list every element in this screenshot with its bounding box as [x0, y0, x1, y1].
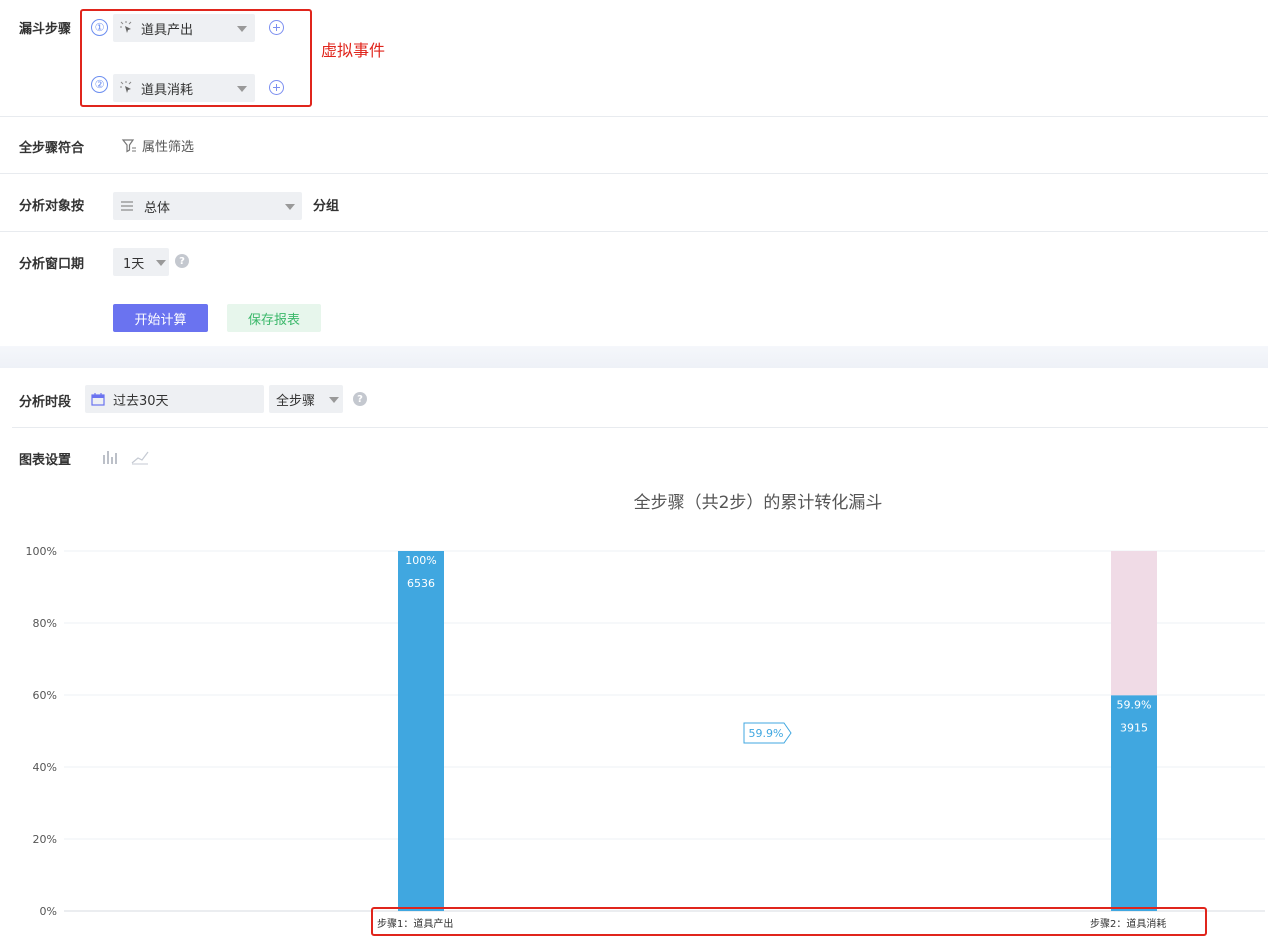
divider	[12, 427, 1268, 428]
chevron-down-icon	[156, 260, 166, 266]
divider	[0, 116, 1268, 117]
group-by-value: 总体	[144, 200, 171, 216]
chart-title: 全步骤（共2步）的累计转化漏斗	[634, 493, 883, 513]
y-tick-label: 0%	[40, 905, 57, 918]
save-report-button[interactable]: 保存报表	[227, 304, 321, 332]
bar-count-label: 3915	[1120, 721, 1148, 734]
group-by-select[interactable]: 总体	[113, 192, 302, 220]
bar-remainder	[1111, 551, 1157, 696]
group-by-label: 分析对象按	[19, 199, 85, 214]
help-icon[interactable]: ?	[353, 392, 367, 406]
chevron-down-icon	[285, 204, 295, 210]
y-tick-label: 40%	[33, 761, 57, 774]
chart-settings-label: 图表设置	[19, 453, 72, 468]
analysis-period-label: 分析时段	[19, 395, 72, 410]
attribute-filter-label: 属性筛选	[142, 140, 195, 155]
y-tick-label: 100%	[26, 545, 57, 558]
conversion-arrow	[743, 722, 792, 744]
bar-chart-icon[interactable]	[102, 449, 120, 465]
funnel-steps-label: 漏斗步骤	[19, 22, 72, 37]
chevron-down-icon	[329, 397, 339, 403]
bar	[1111, 695, 1157, 911]
calculate-button[interactable]: 开始计算	[113, 304, 208, 332]
calendar-icon	[91, 392, 105, 406]
conversion-rate-label: 59.9%	[749, 727, 784, 740]
step-labels-highlight-box	[371, 907, 1207, 936]
steps-highlight-box	[80, 9, 312, 107]
window-period-value: 1天	[123, 256, 145, 272]
bar-percent-label: 59.9%	[1117, 698, 1152, 711]
attribute-filter-button[interactable]: 属性筛选	[121, 136, 194, 155]
analysis-period-select[interactable]: 过去30天	[85, 385, 264, 413]
divider	[0, 231, 1268, 232]
all-steps-match-label: 全步骤符合	[19, 141, 85, 156]
line-chart-icon[interactable]	[131, 449, 149, 465]
virtual-event-annotation: 虚拟事件	[321, 41, 386, 60]
group-suffix-label: 分组	[313, 199, 340, 214]
bar-count-label: 6536	[407, 577, 435, 590]
window-period-label: 分析窗口期	[19, 257, 85, 272]
help-icon[interactable]: ?	[175, 254, 189, 268]
y-tick-label: 20%	[33, 833, 57, 846]
y-tick-label: 60%	[33, 689, 57, 702]
section-divider-band	[0, 346, 1268, 368]
filter-icon	[121, 138, 137, 154]
window-period-select[interactable]: 1天	[113, 248, 169, 276]
list-icon	[120, 199, 134, 213]
bar-percent-label: 100%	[405, 554, 436, 567]
divider	[0, 173, 1268, 174]
step-scope-value: 全步骤	[276, 393, 316, 409]
bar	[398, 551, 444, 911]
step-scope-select[interactable]: 全步骤	[269, 385, 343, 413]
analysis-period-value: 过去30天	[113, 393, 169, 409]
y-tick-label: 80%	[33, 617, 57, 630]
